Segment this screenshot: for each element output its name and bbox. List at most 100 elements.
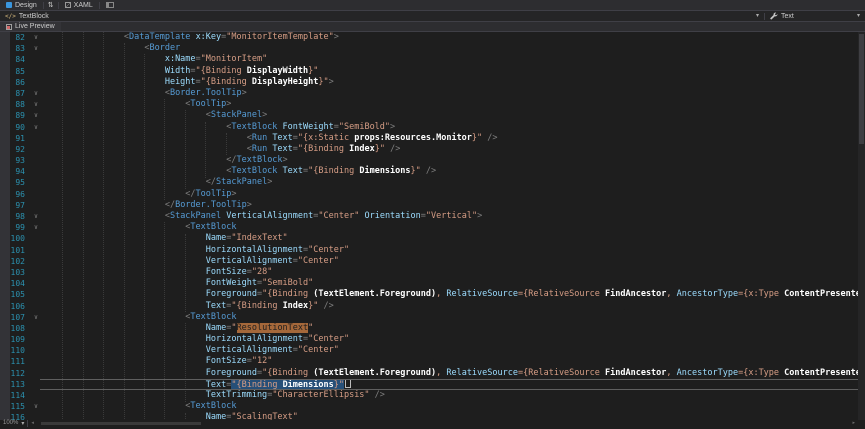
code-line[interactable]: 107∨ <TextBlock xyxy=(0,312,865,323)
line-number[interactable]: 89 xyxy=(0,110,30,121)
chevron-down-icon[interactable]: ▾ xyxy=(756,13,759,19)
line-number[interactable]: 107 xyxy=(0,312,30,323)
line-number[interactable]: 114 xyxy=(0,390,30,401)
fold-chevron-icon[interactable]: ∨ xyxy=(30,312,42,323)
code-line[interactable]: 95 </StackPanel> xyxy=(0,177,865,188)
line-number[interactable]: 82 xyxy=(0,32,30,43)
line-number[interactable]: 104 xyxy=(0,278,30,289)
code-line[interactable]: 90∨ <TextBlock FontWeight="SemiBold"> xyxy=(0,122,865,133)
code-line[interactable]: 102 VerticalAlignment="Center" xyxy=(0,256,865,267)
design-view-icon xyxy=(6,2,12,8)
code-line[interactable]: 101 HorizontalAlignment="Center" xyxy=(0,245,865,256)
line-number[interactable]: 102 xyxy=(0,256,30,267)
split-orientation-button[interactable] xyxy=(100,0,120,10)
line-number[interactable]: 88 xyxy=(0,99,30,110)
code-line[interactable]: 111 FontSize="12" xyxy=(0,356,865,367)
member-combobox[interactable]: Text ▾ xyxy=(765,11,865,21)
code-line[interactable]: 112 Foreground="{Binding (TextElement.Fo… xyxy=(0,368,865,379)
code-line[interactable]: 114 TextTrimming="CharacterEllipsis" /> xyxy=(0,390,865,401)
line-number[interactable]: 98 xyxy=(0,211,30,222)
line-number[interactable]: 111 xyxy=(0,356,30,367)
code-line[interactable]: 99∨ <TextBlock xyxy=(0,222,865,233)
fold-chevron-icon[interactable]: ∨ xyxy=(30,43,42,54)
code-line[interactable]: 96 </ToolTip> xyxy=(0,189,865,200)
line-number[interactable]: 86 xyxy=(0,77,30,88)
scroll-right-icon[interactable]: ▸ xyxy=(852,421,855,426)
line-number[interactable]: 94 xyxy=(0,166,30,177)
code-line[interactable]: 88∨ <ToolTip> xyxy=(0,99,865,110)
element-breadcrumb-combobox[interactable]: </> TextBlock ▾ xyxy=(0,11,764,21)
xaml-tab[interactable]: XAML xyxy=(59,0,99,10)
fold-chevron-icon[interactable]: ∨ xyxy=(30,110,42,121)
code-line[interactable]: 91 <Run Text="{x:Static props:Resources.… xyxy=(0,133,865,144)
code-line[interactable]: 87∨ <Border.ToolTip> xyxy=(0,88,865,99)
vertical-scrollbar[interactable] xyxy=(858,32,865,420)
line-number[interactable]: 91 xyxy=(0,133,30,144)
line-number[interactable]: 112 xyxy=(0,368,30,379)
zoom-level[interactable]: 100% xyxy=(3,418,18,429)
code-line[interactable]: 97 </Border.ToolTip> xyxy=(0,200,865,211)
fold-chevron-icon[interactable]: ∨ xyxy=(30,401,42,412)
fold-chevron-icon[interactable]: ∨ xyxy=(30,32,42,43)
code-line[interactable]: 82∨ <DataTemplate x:Key="MonitorItemTemp… xyxy=(0,32,865,43)
code-line[interactable]: 104 FontWeight="SemiBold" xyxy=(0,278,865,289)
line-number[interactable]: 87 xyxy=(0,88,30,99)
code-line[interactable]: 98∨ <StackPanel VerticalAlignment="Cente… xyxy=(0,211,865,222)
line-number[interactable]: 92 xyxy=(0,144,30,155)
vertical-scrollbar-thumb[interactable] xyxy=(859,34,864,144)
xaml-code-editor[interactable]: 82∨ <DataTemplate x:Key="MonitorItemTemp… xyxy=(0,32,865,427)
line-number[interactable]: 106 xyxy=(0,301,30,312)
fold-spacer xyxy=(30,379,42,390)
code-line[interactable]: 109 HorizontalAlignment="Center" xyxy=(0,334,865,345)
code-line[interactable]: 106 Text="{Binding Index}" /> xyxy=(0,301,865,312)
fold-spacer xyxy=(30,233,42,244)
swap-panes-button[interactable]: ⇅ xyxy=(44,2,58,9)
code-line[interactable]: 89∨ <StackPanel> xyxy=(0,110,865,121)
line-number[interactable]: 115 xyxy=(0,401,30,412)
line-number[interactable]: 113 xyxy=(0,379,30,390)
code-line[interactable]: 110 VerticalAlignment="Center" xyxy=(0,345,865,356)
live-preview-label: Live Preview xyxy=(15,23,55,30)
line-number[interactable]: 96 xyxy=(0,189,30,200)
code-line[interactable]: 103 FontSize="28" xyxy=(0,267,865,278)
line-number[interactable]: 110 xyxy=(0,345,30,356)
line-number[interactable]: 84 xyxy=(0,54,30,65)
code-line[interactable]: 115∨ <TextBlock xyxy=(0,401,865,412)
fold-spacer xyxy=(30,345,42,356)
line-number[interactable]: 95 xyxy=(0,177,30,188)
line-number[interactable]: 100 xyxy=(0,233,30,244)
line-number[interactable]: 105 xyxy=(0,289,30,300)
line-number[interactable]: 90 xyxy=(0,122,30,133)
live-preview-tab[interactable]: Live Preview xyxy=(0,22,61,31)
fold-chevron-icon[interactable]: ∨ xyxy=(30,211,42,222)
zoom-dropdown-icon[interactable]: ▾ xyxy=(21,421,24,427)
code-line[interactable]: 93 </TextBlock> xyxy=(0,155,865,166)
fold-chevron-icon[interactable]: ∨ xyxy=(30,88,42,99)
line-number[interactable]: 85 xyxy=(0,66,30,77)
chevron-down-icon[interactable]: ▾ xyxy=(857,13,860,19)
line-number[interactable]: 97 xyxy=(0,200,30,211)
code-line[interactable]: 86 Height="{Binding DisplayHeight}"> xyxy=(0,77,865,88)
fold-chevron-icon[interactable]: ∨ xyxy=(30,99,42,110)
code-line[interactable]: 83∨ <Border xyxy=(0,43,865,54)
line-number[interactable]: 109 xyxy=(0,334,30,345)
code-line[interactable]: 94 <TextBlock Text="{Binding Dimensions}… xyxy=(0,166,865,177)
line-number[interactable]: 99 xyxy=(0,222,30,233)
design-tab[interactable]: Design xyxy=(0,0,43,10)
fold-chevron-icon[interactable]: ∨ xyxy=(30,122,42,133)
code-line[interactable]: 92 <Run Text="{Binding Index}" /> xyxy=(0,144,865,155)
scroll-left-icon[interactable]: ◂ xyxy=(31,421,34,426)
code-line[interactable]: 105 Foreground="{Binding (TextElement.Fo… xyxy=(0,289,865,300)
code-line[interactable]: 85 Width="{Binding DisplayWidth}" xyxy=(0,66,865,77)
code-line[interactable]: 108 Name="ResolutionText" xyxy=(0,323,865,334)
line-number[interactable]: 101 xyxy=(0,245,30,256)
horizontal-scrollbar-thumb[interactable] xyxy=(41,422,201,425)
line-number[interactable]: 83 xyxy=(0,43,30,54)
code-line-current[interactable]: 113 Text="{Binding Dimensions}" xyxy=(0,379,865,390)
line-number[interactable]: 93 xyxy=(0,155,30,166)
fold-chevron-icon[interactable]: ∨ xyxy=(30,222,42,233)
code-line[interactable]: 100 Name="IndexText" xyxy=(0,233,865,244)
line-number[interactable]: 103 xyxy=(0,267,30,278)
line-number[interactable]: 108 xyxy=(0,323,30,334)
code-line[interactable]: 84 x:Name="MonitorItem" xyxy=(0,54,865,65)
